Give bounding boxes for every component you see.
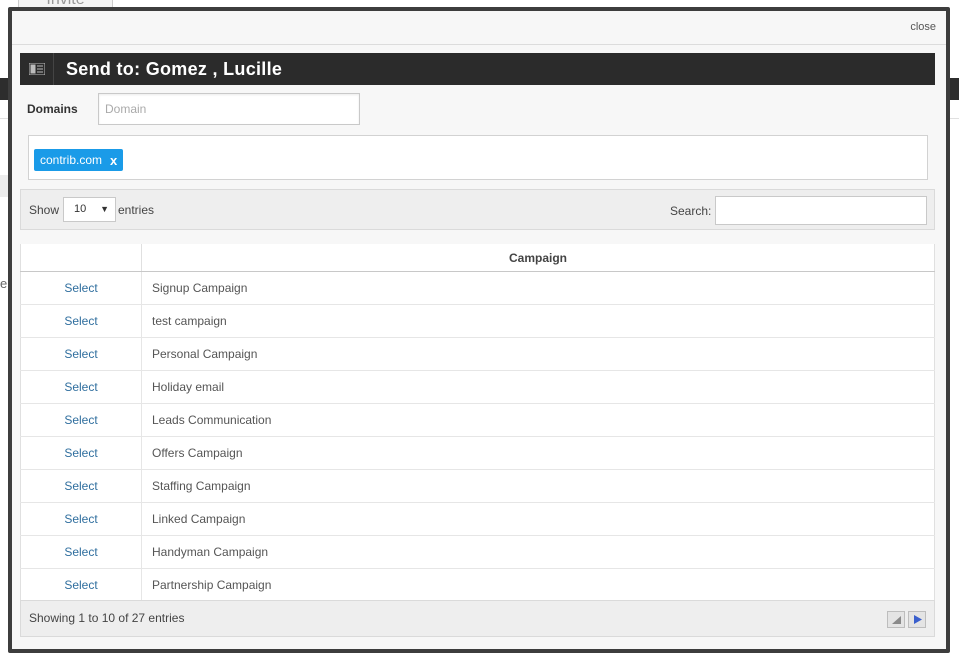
close-link[interactable]: close <box>910 21 936 33</box>
table-footer: Showing 1 to 10 of 27 entries <box>20 600 935 637</box>
campaign-table: Campaign Select Signup Campaign Select t… <box>20 244 935 602</box>
chevron-down-icon: ▼ <box>100 204 109 214</box>
page-length-value: 10 <box>74 203 87 215</box>
table-row: Select Personal Campaign <box>20 337 935 371</box>
domain-tags-box[interactable]: contrib.com x <box>28 135 928 180</box>
table-toolbar: Show 10 ▼ entries Search: <box>20 189 935 230</box>
modal-title: Send to: Gomez , Lucille <box>66 59 283 79</box>
send-to-modal: close Send to: Gomez , Lucille Domains c… <box>8 7 950 653</box>
table-row: Select Partnership Campaign <box>20 568 935 602</box>
background-text-fragment: e <box>0 276 8 291</box>
search-input[interactable] <box>715 196 927 225</box>
column-header-campaign[interactable]: Campaign <box>141 244 935 272</box>
select-link[interactable]: Select <box>64 512 97 526</box>
campaign-name: Personal Campaign <box>141 337 935 371</box>
campaign-name: Linked Campaign <box>141 502 935 536</box>
select-link[interactable]: Select <box>64 281 97 295</box>
campaign-name: Holiday email <box>141 370 935 404</box>
domain-tag: contrib.com x <box>34 149 124 171</box>
table-info: Showing 1 to 10 of 27 entries <box>29 611 185 625</box>
column-header-action <box>20 244 142 272</box>
table-row: Select Offers Campaign <box>20 436 935 470</box>
table-header-row: Campaign <box>20 244 935 272</box>
domain-input[interactable] <box>98 93 360 125</box>
pagination <box>887 611 926 628</box>
campaign-name: Staffing Campaign <box>141 469 935 503</box>
page-length-select[interactable]: 10 ▼ <box>63 197 116 222</box>
domains-label: Domains <box>27 102 78 116</box>
select-link[interactable]: Select <box>64 479 97 493</box>
table-row: Select Leads Communication <box>20 403 935 437</box>
remove-tag-button[interactable]: x <box>110 153 117 168</box>
table-row: Select test campaign <box>20 304 935 338</box>
select-link[interactable]: Select <box>64 314 97 328</box>
next-icon <box>913 615 922 624</box>
select-link[interactable]: Select <box>64 380 97 394</box>
list-icon <box>20 53 54 85</box>
select-link[interactable]: Select <box>64 446 97 460</box>
modal-divider <box>12 44 946 45</box>
search-label: Search: <box>670 204 712 218</box>
table-row: Select Linked Campaign <box>20 502 935 536</box>
select-link[interactable]: Select <box>64 347 97 361</box>
campaign-name: Leads Communication <box>141 403 935 437</box>
entries-label: entries <box>118 203 155 217</box>
next-page-button[interactable] <box>908 611 926 628</box>
campaign-name: Handyman Campaign <box>141 535 935 569</box>
domain-tag-label: contrib.com <box>40 153 103 167</box>
select-link[interactable]: Select <box>64 545 97 559</box>
select-link[interactable]: Select <box>64 413 97 427</box>
campaign-name: Partnership Campaign <box>141 568 935 602</box>
campaign-name: Signup Campaign <box>141 271 935 305</box>
table-row: Select Handyman Campaign <box>20 535 935 569</box>
table-row: Select Staffing Campaign <box>20 469 935 503</box>
show-label: Show <box>29 203 60 217</box>
modal-title-bar: Send to: Gomez , Lucille <box>20 53 935 85</box>
campaign-name: Offers Campaign <box>141 436 935 470</box>
campaign-name: test campaign <box>141 304 935 338</box>
previous-page-button[interactable] <box>887 611 905 628</box>
table-row: Select Holiday email <box>20 370 935 404</box>
select-link[interactable]: Select <box>64 578 97 592</box>
previous-icon <box>891 615 901 624</box>
table-row: Select Signup Campaign <box>20 271 935 305</box>
